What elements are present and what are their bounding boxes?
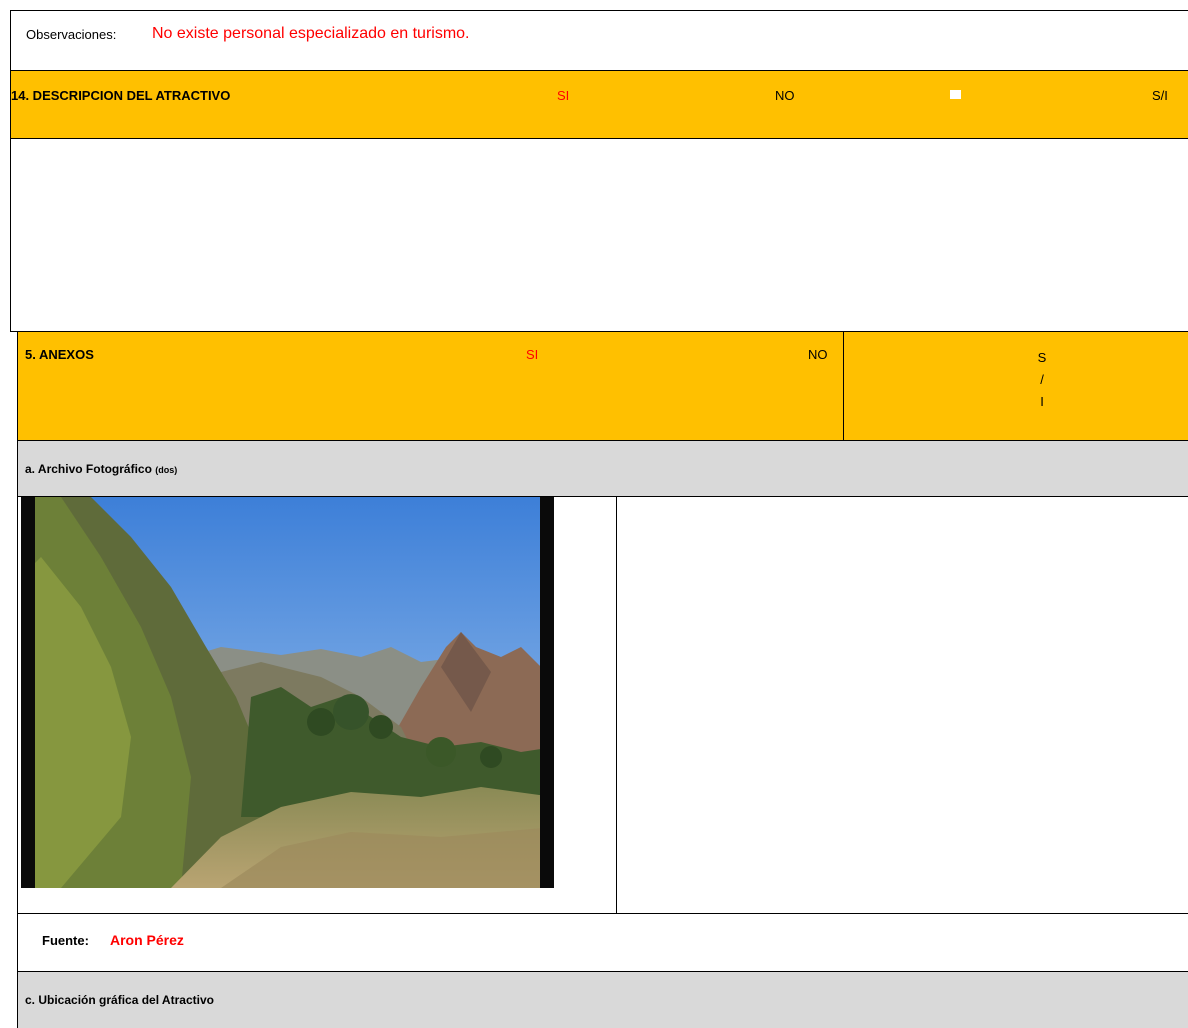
- sin-informacion-char: /: [1040, 372, 1044, 387]
- section-14-option-no[interactable]: NO: [775, 88, 795, 103]
- section-14-header: [10, 70, 1188, 139]
- source-value: Aron Pérez: [110, 932, 184, 948]
- photo-archive-note: (dos): [155, 465, 178, 475]
- section-14-option-sin-informacion[interactable]: S/I: [1152, 88, 1168, 103]
- source-label: Fuente:: [42, 933, 89, 948]
- map-section-title: c. Ubicación gráfica del Atractivo: [25, 993, 214, 1007]
- photo-archive-title: a. Archivo Fotográfico (dos): [25, 462, 177, 476]
- sin-informacion-char: S: [1037, 350, 1047, 365]
- section-5-header: [17, 332, 1188, 441]
- section-5-title: 5. ANEXOS: [25, 347, 94, 362]
- landscape-photo: [21, 497, 554, 888]
- section-5-option-sin-informacion[interactable]: S / I: [1032, 347, 1052, 413]
- section-14-title: 14. DESCRIPCION DEL ATRACTIVO: [11, 88, 231, 103]
- photo-archive-header: [17, 441, 1188, 496]
- photo-cell-right: [616, 496, 1188, 914]
- section-5-divider: [843, 332, 844, 441]
- checkbox-icon[interactable]: [950, 90, 961, 99]
- photo-archive-title-text: a. Archivo Fotográfico: [25, 462, 152, 476]
- sin-informacion-char: I: [1040, 394, 1044, 409]
- section-14-option-si[interactable]: SI: [557, 88, 569, 103]
- source-row: [17, 914, 1188, 972]
- description-text-area[interactable]: [10, 139, 1188, 332]
- observations-label: Observaciones:: [26, 27, 117, 42]
- section-5-option-no[interactable]: NO: [808, 347, 828, 362]
- section-5-option-si[interactable]: SI: [526, 347, 538, 362]
- observations-value: No existe personal especializado en turi…: [152, 25, 470, 42]
